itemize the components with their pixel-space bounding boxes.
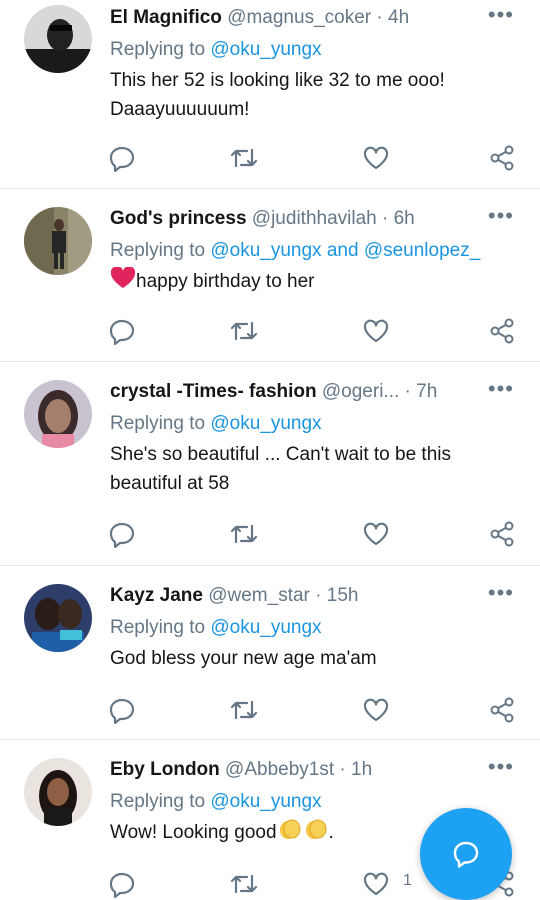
- display-name[interactable]: Eby London: [110, 759, 220, 780]
- user-handle[interactable]: @Abbeby1st: [225, 759, 334, 780]
- retweet-icon[interactable]: [230, 520, 258, 548]
- mention-link[interactable]: @oku_yungx: [210, 39, 321, 60]
- tweet-header: Eby London @Abbeby1st · 1h: [110, 758, 520, 782]
- heart-icon[interactable]: [362, 870, 390, 898]
- replying-prefix: Replying to: [110, 39, 211, 60]
- replying-to: Replying to @oku_yungx and @seunlopez_: [110, 237, 520, 265]
- more-options-icon[interactable]: •••: [488, 4, 514, 26]
- like-count: 1: [403, 872, 412, 889]
- tweet-text: God bless your new age ma'am: [110, 644, 520, 673]
- reply-icon[interactable]: [108, 520, 136, 548]
- heart-icon[interactable]: [362, 520, 390, 548]
- display-name[interactable]: Kayz Jane: [110, 585, 203, 606]
- replying-conjunction: and: [321, 240, 364, 261]
- avatar[interactable]: [24, 380, 92, 448]
- timestamp[interactable]: 4h: [388, 7, 409, 28]
- timestamp[interactable]: 1h: [351, 759, 372, 780]
- action-bar: [108, 144, 516, 172]
- avatar[interactable]: [24, 207, 92, 275]
- mention-link[interactable]: @seunlopez_: [364, 240, 480, 261]
- mention-link[interactable]: @oku_yungx: [210, 240, 321, 261]
- share-icon[interactable]: [488, 696, 516, 724]
- tweet-text-line: God bless your new age ma'am: [110, 648, 377, 669]
- retweet-icon[interactable]: [230, 317, 258, 345]
- user-handle[interactable]: @ogeri...: [322, 381, 399, 402]
- replying-prefix: Replying to: [110, 240, 211, 261]
- more-options-icon[interactable]: •••: [488, 756, 514, 778]
- action-bar: [108, 317, 516, 345]
- tweet-text-line: happy birthday to her: [136, 271, 315, 292]
- clapping-hands-emoji: [277, 818, 303, 849]
- tweet-text-line: She's so beautiful ... Can't wait to be …: [110, 444, 451, 465]
- more-options-icon[interactable]: •••: [488, 378, 514, 400]
- tweet-header: crystal -Times- fashion @ogeri... · 7h: [110, 380, 520, 404]
- avatar[interactable]: [24, 584, 92, 652]
- avatar[interactable]: [24, 5, 92, 73]
- separator: ·: [309, 585, 327, 606]
- reply-icon[interactable]: [108, 696, 136, 724]
- tweet[interactable]: Kayz Jane @wem_star · 15h ••• Replying t…: [0, 566, 540, 740]
- retweet-icon[interactable]: [230, 696, 258, 724]
- replying-to: Replying to @oku_yungx: [110, 614, 520, 642]
- replying-prefix: Replying to: [110, 617, 211, 638]
- reply-icon[interactable]: [108, 317, 136, 345]
- tweet-text-line: beautiful at 58: [110, 473, 230, 494]
- reply-icon[interactable]: [108, 870, 136, 898]
- red-heart-emoji: [110, 266, 136, 298]
- tweet-text-line: This her 52 is looking like 32 to me ooo…: [110, 70, 445, 91]
- tweet-header: God's princess @judithhavilah · 6h: [110, 207, 520, 231]
- mention-link[interactable]: @oku_yungx: [210, 791, 321, 812]
- display-name[interactable]: God's princess: [110, 208, 247, 229]
- reply-icon[interactable]: [108, 144, 136, 172]
- tweet-header: El Magnifico @magnus_coker · 4h: [110, 6, 520, 30]
- tweet[interactable]: crystal -Times- fashion @ogeri... · 7h •…: [0, 362, 540, 566]
- display-name[interactable]: El Magnifico: [110, 7, 222, 28]
- clapping-hands-emoji: [303, 818, 329, 849]
- share-icon[interactable]: [488, 317, 516, 345]
- tweet[interactable]: El Magnifico @magnus_coker · 4h ••• Repl…: [0, 0, 540, 189]
- share-icon[interactable]: [488, 520, 516, 548]
- user-handle[interactable]: @magnus_coker: [227, 7, 371, 28]
- replying-to: Replying to @oku_yungx: [110, 410, 520, 438]
- user-handle[interactable]: @wem_star: [208, 585, 310, 606]
- avatar[interactable]: [24, 758, 92, 826]
- separator: ·: [334, 759, 352, 780]
- tweet-text-line: .: [328, 822, 334, 843]
- action-bar: [108, 696, 516, 724]
- display-name[interactable]: crystal -Times- fashion: [110, 381, 317, 402]
- separator: ·: [376, 208, 394, 229]
- tweet-text: She's so beautiful ... Can't wait to be …: [110, 440, 520, 498]
- replying-prefix: Replying to: [110, 413, 211, 434]
- user-handle[interactable]: @judithhavilah: [252, 208, 377, 229]
- action-bar: [108, 520, 516, 548]
- more-options-icon[interactable]: •••: [488, 582, 514, 604]
- mention-link[interactable]: @oku_yungx: [210, 617, 321, 638]
- timestamp[interactable]: 7h: [416, 381, 437, 402]
- replying-to: Replying to @oku_yungx: [110, 36, 520, 64]
- heart-icon[interactable]: [362, 144, 390, 172]
- tweet-header: Kayz Jane @wem_star · 15h: [110, 584, 520, 608]
- heart-icon[interactable]: [362, 317, 390, 345]
- replies-feed: El Magnifico @magnus_coker · 4h ••• Repl…: [0, 0, 540, 900]
- heart-icon[interactable]: [362, 696, 390, 724]
- share-icon[interactable]: [488, 144, 516, 172]
- tweet-text: This her 52 is looking like 32 to me ooo…: [110, 66, 520, 124]
- retweet-icon[interactable]: [230, 144, 258, 172]
- separator: ·: [371, 7, 388, 28]
- compose-reply-button[interactable]: [420, 808, 512, 900]
- timestamp[interactable]: 15h: [327, 585, 359, 606]
- compose-reply-icon: [453, 841, 479, 868]
- retweet-icon[interactable]: [230, 870, 258, 898]
- mention-link[interactable]: @oku_yungx: [210, 413, 321, 434]
- replying-prefix: Replying to: [110, 791, 211, 812]
- timestamp[interactable]: 6h: [394, 208, 415, 229]
- tweet[interactable]: God's princess @judithhavilah · 6h ••• R…: [0, 189, 540, 362]
- separator: ·: [399, 381, 417, 402]
- more-options-icon[interactable]: •••: [488, 205, 514, 227]
- tweet-text-line: Daaayuuuuuum!: [110, 99, 250, 120]
- tweet-text: happy birthday to her: [110, 266, 520, 298]
- tweet-text-line: Wow! Looking good: [110, 822, 277, 843]
